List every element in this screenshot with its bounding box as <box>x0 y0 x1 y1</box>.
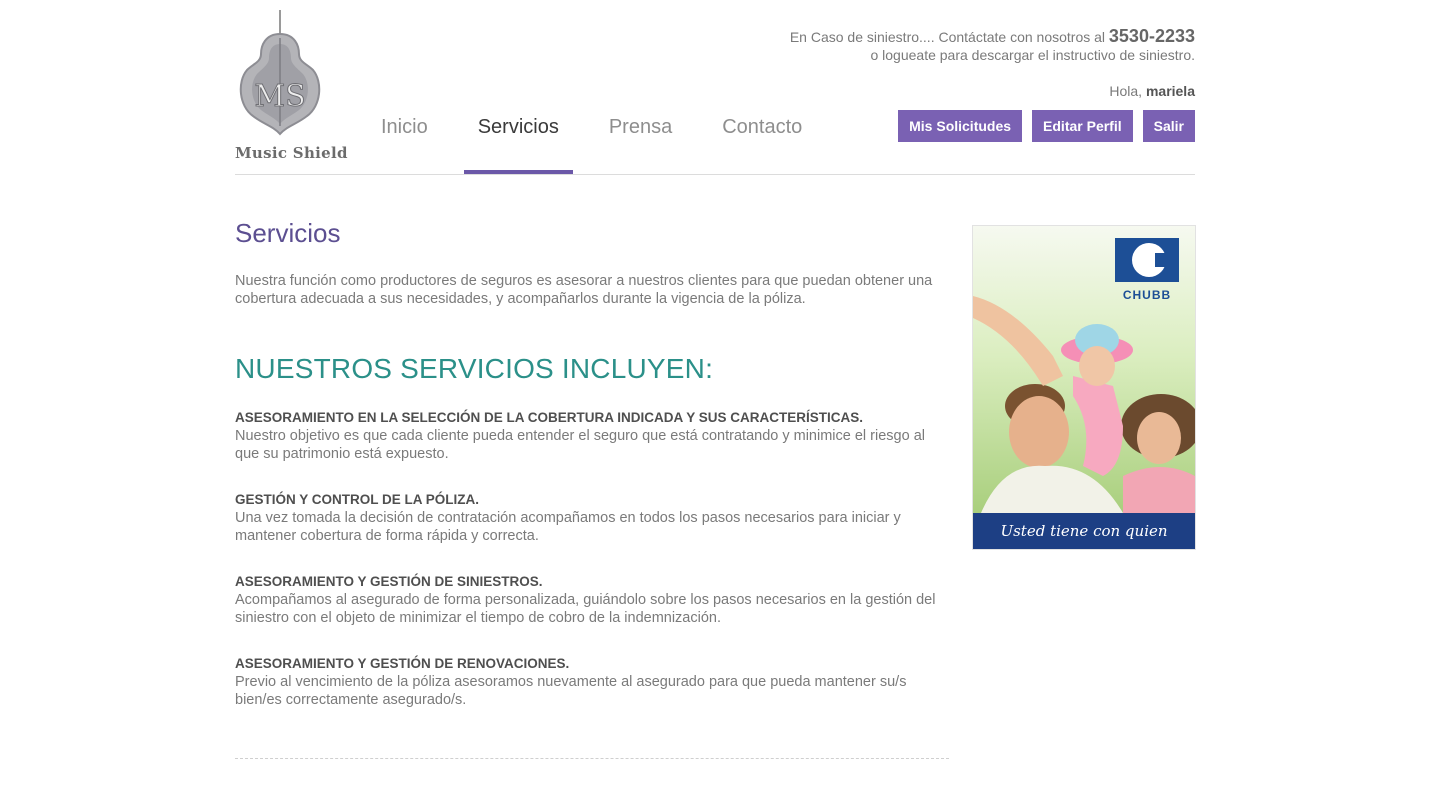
nav-item-servicios[interactable]: Servicios <box>463 112 573 174</box>
mis-solicitudes-button[interactable]: Mis Solicitudes <box>898 110 1023 142</box>
chubb-wordmark: CHUBB <box>1122 288 1172 302</box>
chubb-ad-banner[interactable]: CHUBB Usted tiene con quien contar. <box>972 225 1196 550</box>
service-item: ASESORAMIENTO EN LA SELECCIÓN DE LA COBE… <box>235 409 951 463</box>
service-text: Una vez tomada la decisión de contrataci… <box>235 510 901 544</box>
editar-perfil-button[interactable]: Editar Perfil <box>1032 110 1133 142</box>
emergency-instructions: o logueate para descargar el instructivo… <box>870 47 1195 63</box>
service-item: ASESORAMIENTO Y GESTIÓN DE SINIESTROS. A… <box>235 573 951 627</box>
violin-shield-icon: MS <box>239 10 321 136</box>
content-divider <box>235 758 949 759</box>
user-actions: Mis Solicitudes Editar Perfil Salir <box>898 110 1195 142</box>
chubb-c-icon <box>1115 238 1179 282</box>
nav-item-inicio[interactable]: Inicio <box>367 112 442 174</box>
intro-text: Nuestra función como productores de segu… <box>235 273 933 307</box>
phone-number: 3530-2233 <box>1108 26 1195 46</box>
logo-wordmark: Music Shield <box>235 144 348 162</box>
page: MS Music Shield Inicio Servicios Prensa … <box>235 0 1196 803</box>
header-divider <box>235 174 1195 175</box>
page-title: Servicios <box>235 218 341 248</box>
nav-item-contacto[interactable]: Contacto <box>708 112 816 174</box>
site-logo[interactable]: MS Music Shield <box>235 8 347 162</box>
service-heading: GESTIÓN Y CONTROL DE LA PÓLIZA. <box>235 492 480 507</box>
service-heading: ASESORAMIENTO EN LA SELECCIÓN DE LA COBE… <box>235 410 864 425</box>
ad-caption: Usted tiene con quien contar. <box>973 513 1195 549</box>
main-nav: Inicio Servicios Prensa Contacto <box>367 112 838 174</box>
services-heading: NUESTROS SERVICIOS INCLUYEN: <box>235 353 714 384</box>
service-heading: ASESORAMIENTO Y GESTIÓN DE SINIESTROS. <box>235 574 543 589</box>
salir-button[interactable]: Salir <box>1142 110 1195 142</box>
emergency-contact: En Caso de siniestro.... Contáctate con … <box>790 27 1195 64</box>
service-item: ASESORAMIENTO Y GESTIÓN DE RENOVACIONES.… <box>235 655 951 709</box>
nav-item-prensa[interactable]: Prensa <box>595 112 686 174</box>
user-greeting: Hola, mariela <box>1109 83 1195 99</box>
service-heading: ASESORAMIENTO Y GESTIÓN DE RENOVACIONES. <box>235 656 570 671</box>
service-text: Nuestro objetivo es que cada cliente pue… <box>235 428 925 462</box>
chubb-logo: CHUBB <box>1115 238 1179 302</box>
service-item: GESTIÓN Y CONTROL DE LA PÓLIZA. Una vez … <box>235 491 951 545</box>
service-text: Acompañamos al asegurado de forma person… <box>235 592 936 626</box>
svg-text:MS: MS <box>254 79 305 114</box>
greeting-prefix: Hola, <box>1109 83 1143 99</box>
user-name: mariela <box>1145 83 1195 99</box>
emergency-text: En Caso de siniestro.... Contáctate con … <box>789 29 1106 45</box>
service-text: Previo al vencimiento de la póliza aseso… <box>235 674 907 708</box>
